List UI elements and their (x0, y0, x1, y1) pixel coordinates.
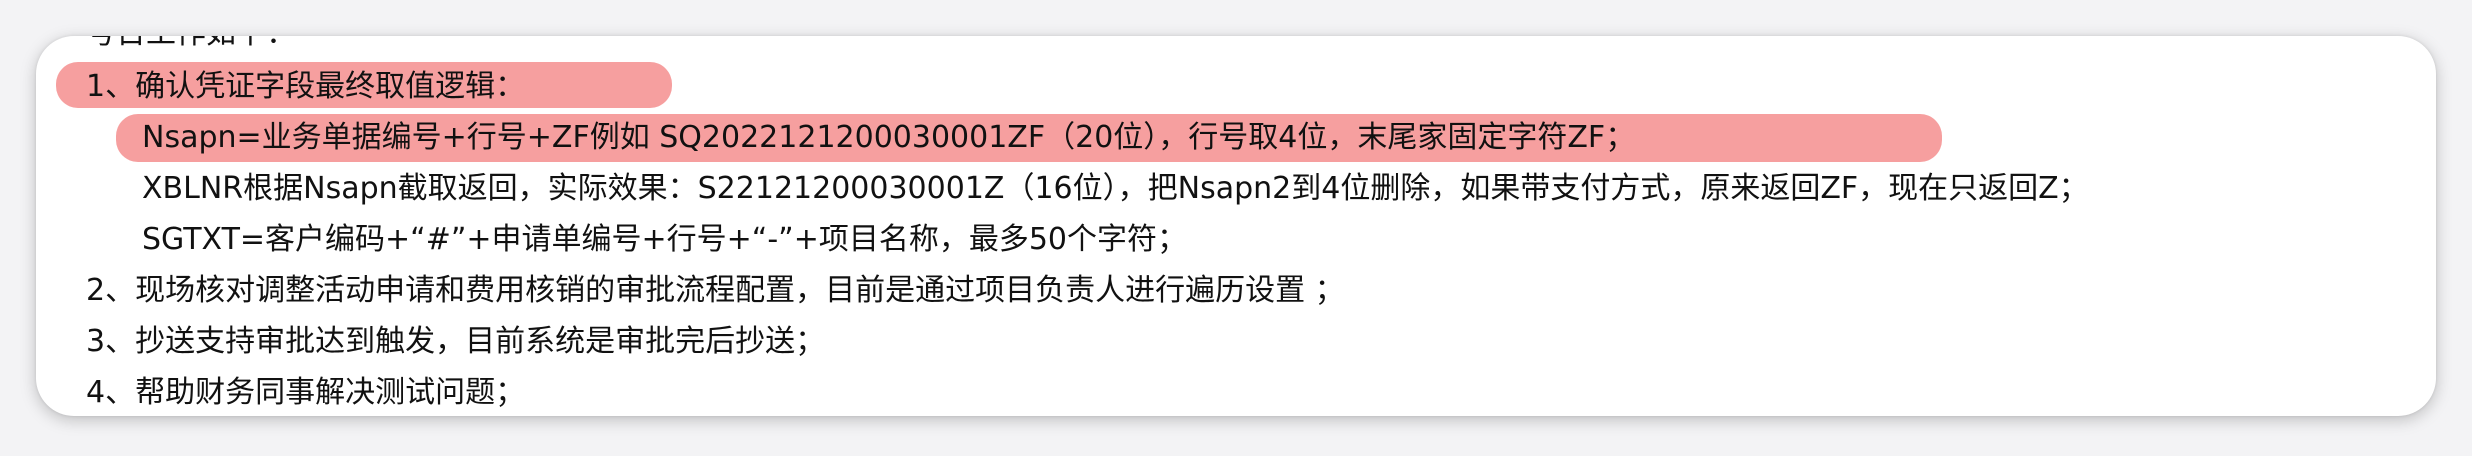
item-2: 2、现场核对调整活动申请和费用核销的审批流程配置，目前是通过项目负责人进行遍历设… (86, 273, 1345, 308)
item-3: 3、抄送支持审批达到触发，目前系统是审批完后抄送； (86, 324, 826, 359)
item-1-heading: 1、确认凭证字段最终取值逻辑： (86, 69, 526, 104)
partial-heading: 号日工作如下： (86, 36, 296, 54)
item-1-xblnr-rule: XBLNR根据Nsapn截取返回，实际效果：S22121200030001Z（1… (142, 171, 2089, 206)
note-card: 号日工作如下： 1、确认凭证字段最终取值逻辑： Nsapn=业务单据编号+行号+… (36, 36, 2436, 416)
item-4: 4、帮助财务同事解决测试问题； (86, 375, 526, 410)
item-1-nsapn-rule: Nsapn=业务单据编号+行号+ZF例如 SQ2022121200030001Z… (142, 120, 1636, 155)
item-1-sgtxt-rule: SGTXT=客户编码+“#”+申请单编号+行号+“-”+项目名称，最多50个字符… (142, 222, 1188, 257)
